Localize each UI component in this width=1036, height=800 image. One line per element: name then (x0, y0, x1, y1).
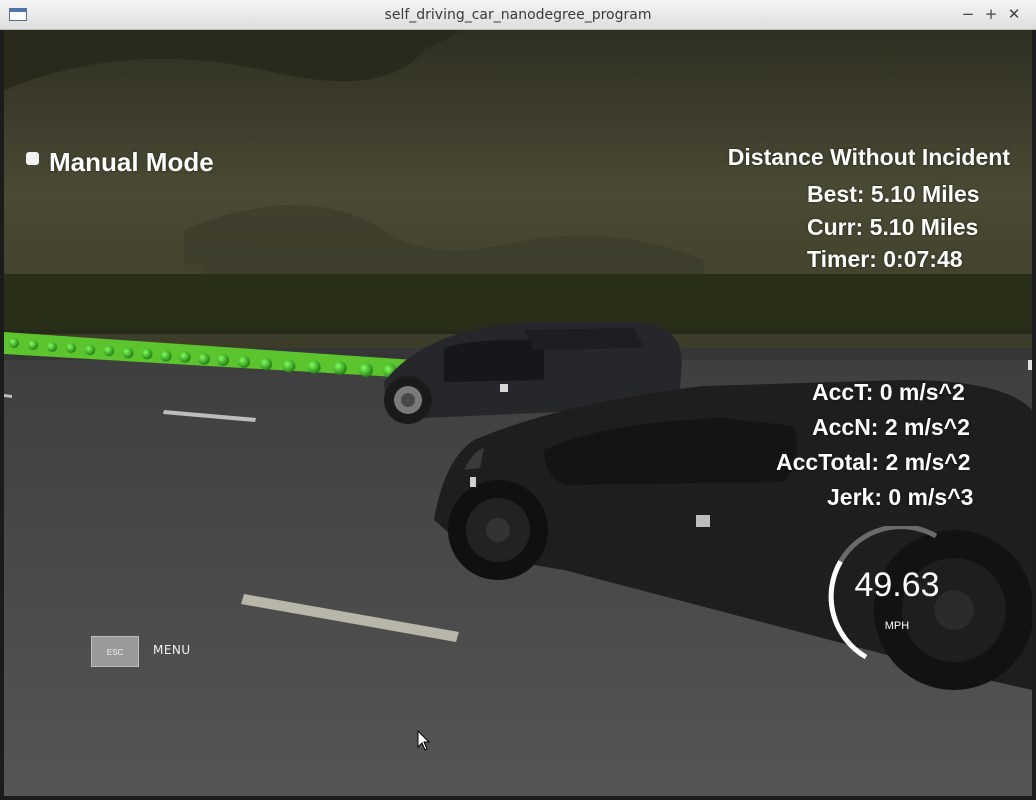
app-window: self_driving_car_nanodegree_program − + … (0, 0, 1036, 800)
mouse-cursor-icon (417, 730, 431, 751)
speed-unit: MPH (884, 620, 910, 632)
acc-t: AccT: 0 m/s^2 (812, 379, 965, 405)
window-title: self_driving_car_nanodegree_program (384, 7, 652, 23)
speed-value: 49.63 (854, 566, 940, 604)
simulator-viewport[interactable]: Manual Mode Distance Without Incident Be… (4, 30, 1032, 796)
maximize-button[interactable]: + (981, 4, 1001, 24)
esc-menu-button[interactable]: ESC (91, 636, 139, 667)
minimize-button[interactable]: − (958, 4, 978, 24)
timer: Timer: 0:07:48 (807, 246, 963, 272)
mode-label: Manual Mode (49, 147, 214, 177)
title-bar[interactable]: self_driving_car_nanodegree_program − + … (0, 0, 1036, 30)
close-button[interactable]: ✕ (1004, 4, 1024, 24)
acc-total: AccTotal: 2 m/s^2 (776, 449, 971, 475)
menu-label: MENU (153, 643, 191, 657)
acc-n: AccN: 2 m/s^2 (812, 414, 970, 440)
current-distance: Curr: 5.10 Miles (807, 214, 979, 240)
distance-heading: Distance Without Incident (727, 144, 1010, 170)
jerk: Jerk: 0 m/s^3 (827, 484, 974, 510)
manual-mode-checkbox[interactable] (26, 152, 39, 165)
best-distance: Best: 5.10 Miles (807, 181, 980, 207)
